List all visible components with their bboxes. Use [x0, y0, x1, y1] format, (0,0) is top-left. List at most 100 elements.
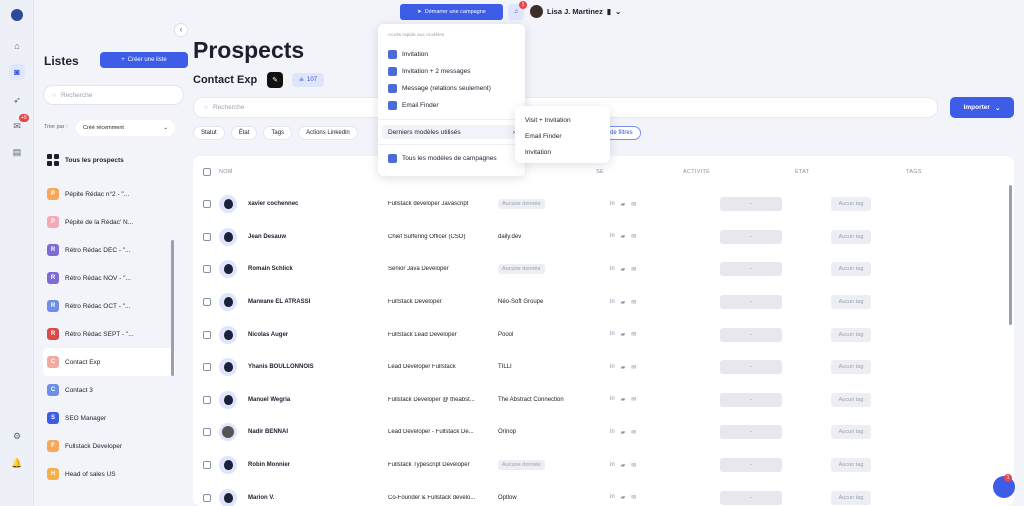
app-logo[interactable]	[11, 9, 23, 21]
inbox-icon[interactable]: ▤	[9, 144, 25, 160]
linkedin-icon[interactable]: in	[610, 201, 615, 208]
message-icon[interactable]: ▰	[621, 331, 626, 338]
notifications-button[interactable]: ♫ 1	[508, 1, 527, 20]
email-icon[interactable]: ✉	[631, 233, 636, 240]
prospect-name[interactable]: Marion V.	[248, 495, 388, 501]
etat-select[interactable]: -	[720, 229, 782, 244]
list-item[interactable]: C Contact Exp	[43, 348, 175, 376]
message-icon[interactable]: ▰	[621, 266, 626, 273]
email-icon[interactable]: ✉	[631, 462, 636, 469]
table-row[interactable]: Robin Monnier Fullstack Typescript Devel…	[193, 449, 1014, 482]
email-icon[interactable]: ✉	[631, 201, 636, 208]
email-icon[interactable]: ✉	[631, 494, 636, 501]
list-item[interactable]: R Rétro Rédac NOV - "...	[43, 264, 175, 292]
list-item[interactable]: P Pépite Rédac n°2 - "...	[43, 180, 175, 208]
etat-select[interactable]: -	[720, 360, 782, 375]
gear-icon[interactable]: ⚙	[9, 428, 25, 444]
row-checkbox[interactable]	[203, 461, 211, 470]
row-checkbox[interactable]	[203, 493, 211, 502]
import-button[interactable]: Importer ⌄	[950, 97, 1014, 118]
recent-template-option[interactable]: Email Finder	[525, 128, 600, 144]
row-checkbox[interactable]	[203, 298, 211, 307]
template-option[interactable]: Invitation	[388, 46, 515, 63]
row-checkbox[interactable]	[203, 200, 211, 209]
etat-select[interactable]: -	[720, 295, 782, 310]
list-item[interactable]: R Rétro Rédac OCT - "...	[43, 292, 175, 320]
table-row[interactable]: xavier cochennec Fullstack developer Jav…	[193, 188, 1014, 221]
prospect-name[interactable]: Yhanis BOULLONNOIS	[248, 364, 388, 370]
row-checkbox[interactable]	[203, 428, 211, 437]
linkedin-icon[interactable]: in	[610, 266, 615, 273]
all-templates-item[interactable]: Tous les modèles de campagnes	[388, 150, 515, 167]
filter-chip[interactable]: État	[230, 126, 258, 140]
template-option[interactable]: Email Finder	[388, 97, 515, 114]
prospect-name[interactable]: Romain Schlick	[248, 266, 388, 272]
table-row[interactable]: Nicolas Auger FullStack Lead Developer P…	[193, 318, 1014, 351]
message-icon[interactable]: ▰	[621, 233, 626, 240]
table-row[interactable]: Manuel Wegria Fullstack Developer @ thea…	[193, 384, 1014, 417]
list-item[interactable]: S SEO Manager	[43, 404, 175, 432]
prospect-name[interactable]: Jean Desauw	[248, 234, 388, 240]
email-icon[interactable]: ✉	[631, 299, 636, 306]
prospect-name[interactable]: xavier cochennec	[248, 201, 388, 207]
template-option[interactable]: Invitation + 2 messages	[388, 63, 515, 80]
select-all-checkbox[interactable]	[203, 168, 211, 176]
message-icon[interactable]: ▰	[621, 396, 626, 403]
template-option[interactable]: Message (relations seulement)	[388, 80, 515, 97]
table-row[interactable]: Yhanis BOULLONNOIS Lead Developer Fullst…	[193, 351, 1014, 384]
row-checkbox[interactable]	[203, 363, 211, 372]
message-icon[interactable]: ▰	[621, 201, 626, 208]
table-row[interactable]: Romain Schlick Senior Java Developer Auc…	[193, 253, 1014, 286]
filter-chip[interactable]: Actions Linkedin	[298, 126, 358, 140]
etat-select[interactable]: -	[720, 327, 782, 342]
email-icon[interactable]: ✉	[631, 396, 636, 403]
message-icon[interactable]: ▰	[621, 299, 626, 306]
row-checkbox[interactable]	[203, 395, 211, 404]
tags-select[interactable]: Aucun tag	[831, 262, 871, 277]
prospect-name[interactable]: Robin Monnier	[248, 462, 388, 468]
tags-select[interactable]: Aucun tag	[831, 360, 871, 375]
linkedin-icon[interactable]: in	[610, 331, 615, 338]
edit-list-button[interactable]: ✎	[267, 72, 283, 88]
tags-select[interactable]: Aucun tag	[831, 229, 871, 244]
message-icon[interactable]: ▰	[621, 494, 626, 501]
linkedin-icon[interactable]: in	[610, 364, 615, 371]
prospect-name[interactable]: Marwane EL ATRASSI	[248, 299, 388, 305]
chat-button[interactable]: 1	[993, 474, 1015, 498]
row-checkbox[interactable]	[203, 330, 211, 339]
prospect-name[interactable]: Nicolas Auger	[248, 332, 388, 338]
prospect-name[interactable]: Nadir BENNAI	[248, 429, 388, 435]
recent-template-option[interactable]: Invitation	[525, 144, 600, 160]
sort-select[interactable]: Créé récemment ⌄	[76, 120, 175, 136]
etat-select[interactable]: -	[720, 490, 782, 505]
list-item[interactable]: C Contact 3	[43, 376, 175, 404]
email-icon[interactable]: ✉	[631, 266, 636, 273]
recent-template-option[interactable]: Visit + Invitation	[525, 112, 600, 128]
row-checkbox[interactable]	[203, 232, 211, 241]
table-scrollbar[interactable]	[1009, 185, 1012, 325]
recent-templates-item[interactable]: Derniers modèles utilisés ›	[382, 125, 521, 139]
rocket-icon[interactable]: ➶	[9, 92, 25, 108]
home-icon[interactable]: ⌂	[9, 38, 25, 54]
etat-select[interactable]: -	[720, 392, 782, 407]
table-row[interactable]: Nadir BENNAI Lead Developer - Fullstack …	[193, 416, 1014, 449]
tags-select[interactable]: Aucun tag	[831, 197, 871, 212]
etat-select[interactable]: -	[720, 425, 782, 440]
tags-select[interactable]: Aucun tag	[831, 295, 871, 310]
tags-select[interactable]: Aucun tag	[831, 490, 871, 505]
tags-select[interactable]: Aucun tag	[831, 392, 871, 407]
etat-select[interactable]: -	[720, 262, 782, 277]
tags-select[interactable]: Aucun tag	[831, 425, 871, 440]
start-campaign-button[interactable]: ➤ Démarrer une campagne	[400, 4, 503, 20]
message-icon[interactable]: ▰	[621, 462, 626, 469]
row-checkbox[interactable]	[203, 265, 211, 274]
bell-icon[interactable]: 🔔	[9, 455, 25, 471]
table-row[interactable]: Marwane EL ATRASSI FullStack Developer N…	[193, 286, 1014, 319]
linkedin-icon[interactable]: in	[610, 233, 615, 240]
contacts-icon[interactable]: ◙	[9, 64, 25, 80]
linkedin-icon[interactable]: in	[610, 494, 615, 501]
tags-select[interactable]: Aucun tag	[831, 458, 871, 473]
list-item[interactable]: P Pépite de la Rédac' N...	[43, 208, 175, 236]
user-menu[interactable]: Lisa J. Martinez ▮ ⌄	[530, 5, 621, 18]
list-item[interactable]: R Rétro Rédac DEC - "...	[43, 236, 175, 264]
